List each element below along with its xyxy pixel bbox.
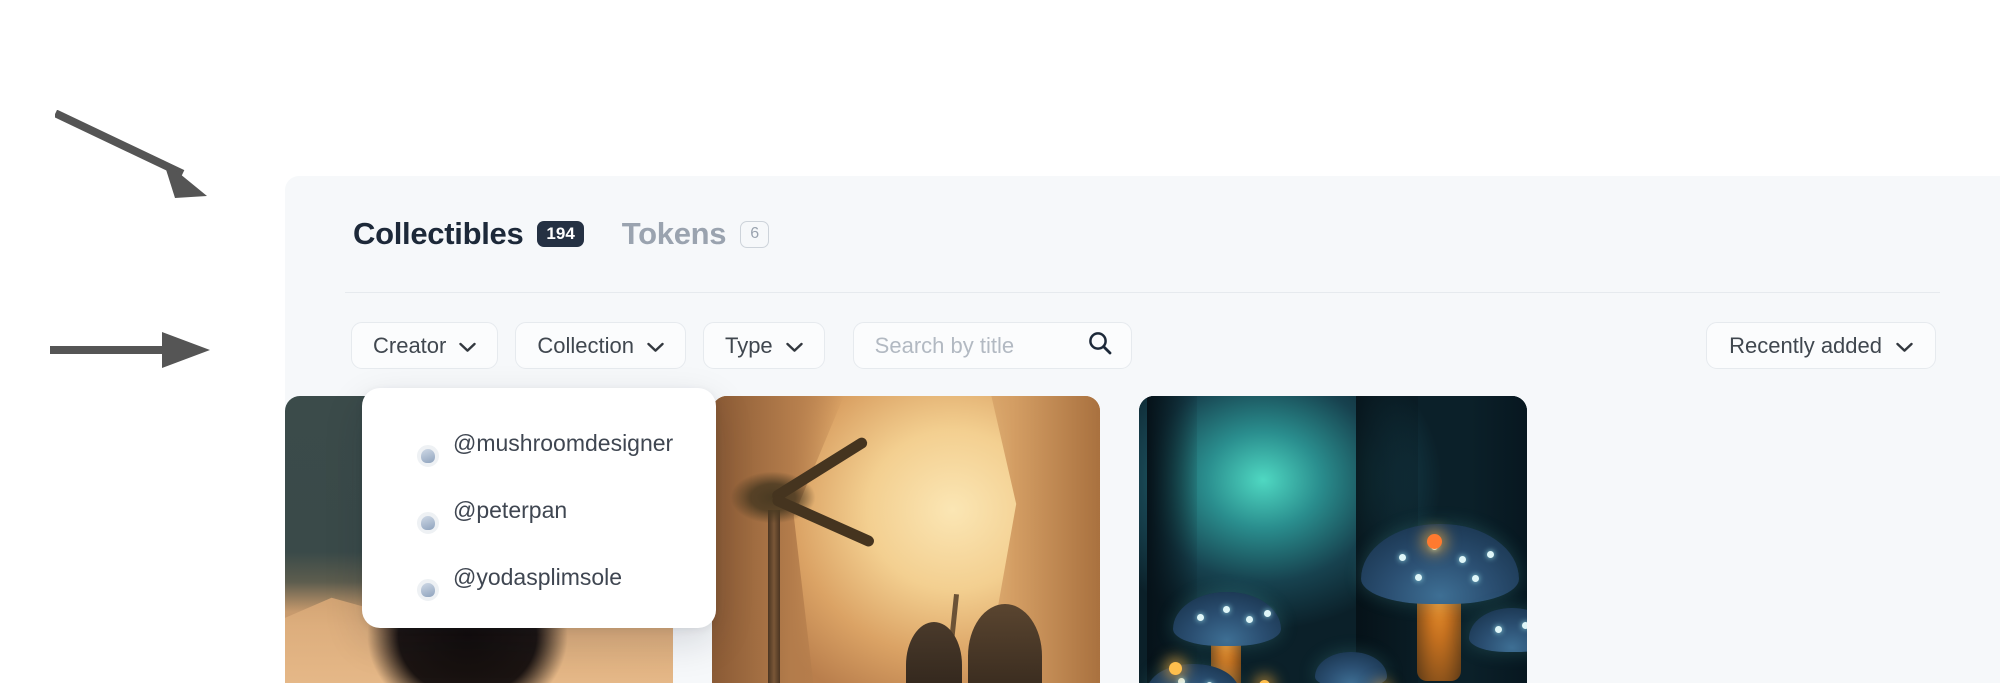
creator-dropdown-menu: @mushroomdesigner @peterpan @yodasplimso… xyxy=(362,388,716,628)
arrow-to-filters-icon xyxy=(50,330,215,370)
collection-filter-label: Collection xyxy=(537,332,634,358)
creator-filter-label: Creator xyxy=(373,332,447,358)
creator-filter-button[interactable]: Creator xyxy=(351,322,499,369)
tab-collectibles-label: Collectibles xyxy=(353,216,524,251)
search-box[interactable] xyxy=(852,322,1132,369)
chevron-down-icon xyxy=(459,333,477,359)
avatar xyxy=(390,421,441,469)
tab-tokens-count-badge: 6 xyxy=(740,220,770,248)
creator-handle: @peterpan xyxy=(453,497,568,523)
collectible-card[interactable] xyxy=(712,396,1100,683)
collectible-artwork-image xyxy=(712,396,1100,683)
type-filter-label: Type xyxy=(724,332,773,358)
verified-badge-icon xyxy=(415,443,441,469)
creator-dropdown-item[interactable]: @peterpan xyxy=(362,477,716,544)
sort-dropdown-label: Recently added xyxy=(1729,332,1882,358)
arrow-to-tabs-icon xyxy=(55,110,215,205)
screenshot-root: Collectibles 194 Tokens 6 Creator Collec… xyxy=(0,0,2000,683)
tab-collectibles[interactable]: Collectibles 194 xyxy=(353,216,584,252)
chevron-down-icon xyxy=(1896,333,1913,359)
creator-handle: @yodasplimsole xyxy=(453,564,623,590)
search-icon[interactable] xyxy=(1087,330,1113,361)
tab-tokens[interactable]: Tokens 6 xyxy=(621,216,770,252)
chevron-down-icon xyxy=(785,333,803,359)
type-filter-button[interactable]: Type xyxy=(702,322,825,369)
collection-filter-button[interactable]: Collection xyxy=(515,322,686,369)
creator-dropdown-item[interactable]: @mushroomdesigner xyxy=(362,410,716,477)
verified-badge-icon xyxy=(415,577,441,603)
creator-handle: @mushroomdesigner xyxy=(453,430,674,456)
tab-collectibles-count-badge: 194 xyxy=(537,221,584,247)
collectibles-panel: Collectibles 194 Tokens 6 Creator Collec… xyxy=(285,176,2000,683)
tab-divider xyxy=(345,292,1940,293)
tab-bar: Collectibles 194 Tokens 6 xyxy=(353,216,770,252)
collectible-card[interactable] xyxy=(1139,396,1527,683)
sort-dropdown-button[interactable]: Recently added xyxy=(1706,322,1936,369)
avatar xyxy=(390,488,441,536)
avatar xyxy=(390,555,441,603)
collectible-artwork-image xyxy=(1139,396,1527,683)
verified-badge-icon xyxy=(415,510,441,536)
search-input[interactable] xyxy=(874,332,1075,359)
filter-bar: Creator Collection Type xyxy=(351,322,1132,369)
tab-tokens-label: Tokens xyxy=(621,216,727,251)
chevron-down-icon xyxy=(647,333,664,359)
creator-dropdown-item[interactable]: @yodasplimsole xyxy=(362,544,716,611)
